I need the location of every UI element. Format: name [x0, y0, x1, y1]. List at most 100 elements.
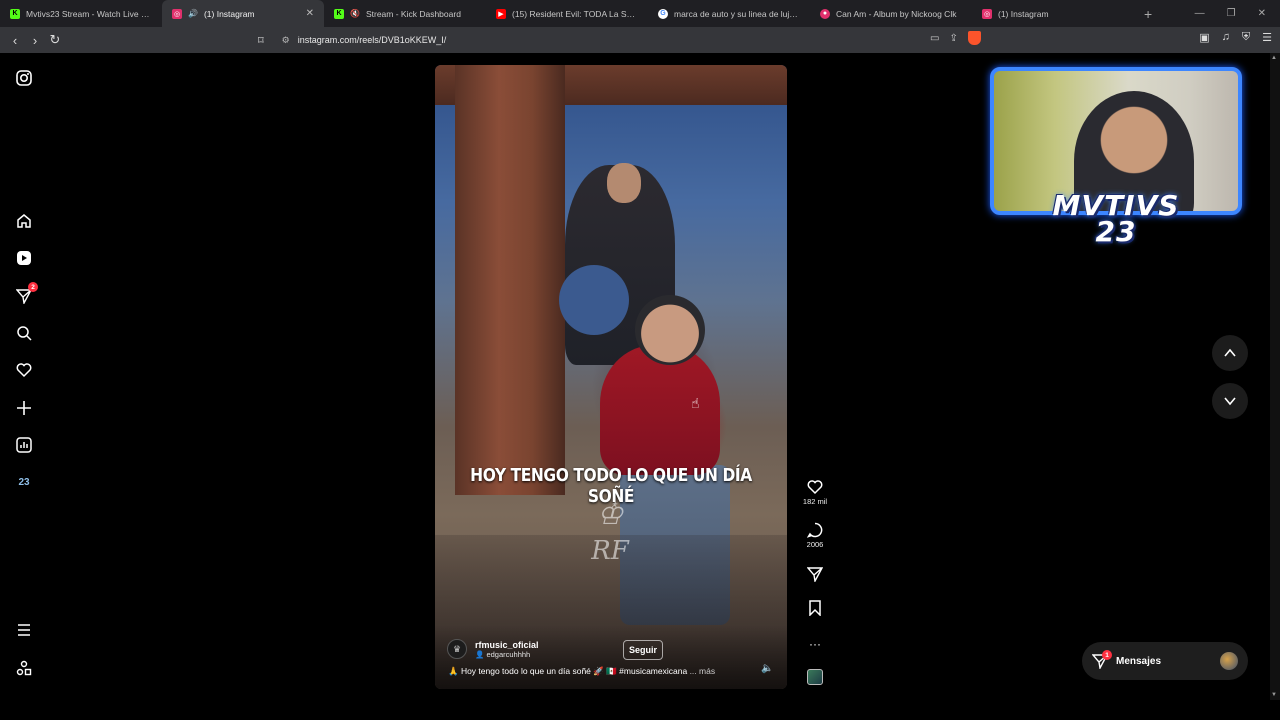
video-scene	[600, 345, 720, 475]
logo-line2: 23	[1095, 215, 1137, 248]
chevron-down-icon	[1224, 397, 1236, 406]
close-tab-icon[interactable]: ✕	[306, 8, 314, 19]
also-from-meta-icon[interactable]	[14, 658, 34, 678]
browser-tab[interactable]: ▶ (15) Resident Evil: TODA La Saga en	[486, 0, 648, 27]
menu-icon[interactable]: ☰	[1262, 31, 1272, 44]
google-icon: G	[658, 8, 668, 19]
profile-label: 23	[18, 476, 30, 488]
video-scene	[635, 295, 705, 365]
author-avatar[interactable]: ♛	[447, 639, 467, 659]
kick-icon: K	[10, 8, 20, 19]
watermark-text: RF	[591, 536, 629, 566]
instagram-icon: ◎	[172, 8, 182, 19]
reels-icon[interactable]	[14, 248, 34, 268]
youtube-icon: ▶	[496, 8, 506, 19]
tab-title: (1) Instagram	[998, 8, 1049, 19]
follow-button[interactable]: Seguir	[623, 640, 664, 660]
browser-tab[interactable]: K Mvtivs23 Stream - Watch Live on Kick	[0, 0, 162, 27]
home-icon[interactable]	[14, 211, 34, 231]
dashboard-icon[interactable]	[14, 435, 34, 455]
bookmark-icon	[809, 600, 821, 616]
browser-tab-bar: K Mvtivs23 Stream - Watch Live on Kick ◎…	[0, 0, 1280, 27]
create-plus-icon[interactable]	[14, 398, 34, 418]
brave-shield-icon[interactable]	[967, 31, 981, 45]
collab-username[interactable]: edgarcuhhhh	[486, 650, 530, 659]
more-link[interactable]: ... más	[690, 666, 716, 676]
tab-title: marca de auto y su linea de lujo - Bu	[674, 8, 800, 19]
save-button[interactable]	[800, 600, 830, 616]
restore-icon[interactable]: ❐	[1227, 8, 1236, 19]
back-icon[interactable]: ‹	[5, 30, 25, 50]
new-tab-button[interactable]: +	[1134, 6, 1162, 22]
bookmark-icon[interactable]: ⌑	[258, 34, 264, 47]
share-button[interactable]	[800, 566, 830, 582]
messages-badge: 1	[1102, 650, 1112, 660]
scroll-up-icon[interactable]: ▲	[1271, 55, 1277, 61]
muted-icon[interactable]: 🔇	[350, 9, 360, 18]
previous-reel-button[interactable]	[1212, 335, 1248, 371]
messages-label: Mensajes	[1116, 655, 1162, 667]
more-menu-icon[interactable]	[14, 620, 34, 640]
volume-icon[interactable]: 🔈	[761, 663, 773, 674]
site-info-icon[interactable]: ⚙	[282, 35, 290, 46]
kick-icon: K	[334, 8, 344, 19]
notifications-heart-icon[interactable]	[14, 360, 34, 380]
comment-count: 2006	[806, 540, 824, 549]
share-icon[interactable]: ⇪	[949, 33, 957, 44]
instagram-sidebar: 2 23	[0, 53, 48, 700]
tab-title: (15) Resident Evil: TODA La Saga en	[512, 8, 638, 19]
tab-title: Can Am - Album by Nickoog Clk	[836, 8, 957, 19]
minimize-icon[interactable]: —	[1195, 8, 1205, 19]
close-window-icon[interactable]: ✕	[1258, 8, 1266, 19]
streamer-logo: MVTIVS 23	[988, 192, 1244, 248]
browser-tab[interactable]: G marca de auto y su linea de lujo - Bu	[648, 0, 810, 27]
streamer-webcam-overlay: MVTIVS 23	[988, 65, 1244, 255]
reload-icon[interactable]: ↻	[45, 30, 65, 50]
browser-tab[interactable]: K 🔇 Stream - Kick Dashboard	[324, 0, 486, 27]
reel-author[interactable]: ♛ rfmusic_oficial 👤 edgarcuhhhh	[447, 639, 539, 659]
comment-icon	[807, 522, 823, 538]
address-bar[interactable]: ⌑ ⚙ instagram.com/reels/DVB1oKKEW_I/	[258, 30, 998, 50]
bottom-bar	[0, 700, 1280, 720]
reel-description[interactable]: 🙏 Hoy tengo todo lo que un día soñé 🚀 🇲🇽…	[448, 666, 715, 677]
video-scene	[607, 163, 641, 203]
instagram-logo-icon[interactable]	[14, 68, 34, 88]
cast-icon[interactable]: ▭	[930, 33, 939, 44]
profile-avatar[interactable]: 23	[14, 472, 34, 492]
browser-tab[interactable]: ● Can Am - Album by Nickoog Clk	[810, 0, 972, 27]
music-icon: ●	[820, 8, 830, 19]
chevron-up-icon	[1224, 348, 1236, 357]
more-options-button[interactable]: ···	[800, 637, 830, 651]
audio-thumbnail	[807, 669, 823, 685]
video-scene	[559, 265, 629, 335]
collab-user-icon: 👤	[475, 649, 487, 659]
browser-tab[interactable]: ◎ (1) Instagram	[972, 0, 1134, 27]
speaker-icon[interactable]: 🔊	[188, 9, 198, 18]
sidebar-panel-icon[interactable]: ▣	[1199, 31, 1209, 44]
ellipsis-icon: ···	[809, 637, 821, 651]
author-username[interactable]: rfmusic_oficial	[475, 640, 539, 650]
url-text[interactable]: instagram.com/reels/DVB1oKKEW_I/	[298, 35, 447, 45]
search-icon[interactable]	[14, 323, 34, 343]
scroll-down-icon[interactable]: ▼	[1271, 692, 1277, 698]
page-scrollbar[interactable]: ▲ ▼	[1270, 53, 1280, 700]
heart-icon	[807, 480, 823, 495]
next-reel-button[interactable]	[1212, 383, 1248, 419]
messages-button[interactable]: 1 Mensajes	[1082, 642, 1248, 680]
comment-button[interactable]: 2006	[800, 522, 830, 549]
direct-messages-icon[interactable]: 2	[14, 282, 38, 306]
media-icon[interactable]: ♫	[1222, 31, 1230, 44]
window-controls: — ❐ ✕	[1195, 0, 1280, 27]
like-count: 182 mil	[802, 497, 828, 506]
description-text: 🙏 Hoy tengo todo lo que un día soñé 🚀 🇲🇽…	[448, 666, 688, 676]
watermark-logo: ♔ RF	[591, 497, 629, 566]
original-audio-button[interactable]	[800, 669, 830, 685]
like-button[interactable]: 182 mil	[800, 479, 830, 506]
instagram-page: 2 23 HOY TENGO TODO LO QUE UN DÍA SOÑÉ ♔…	[0, 53, 1280, 700]
send-icon	[807, 567, 823, 582]
browser-tab-active[interactable]: ◎ 🔊 (1) Instagram ✕	[162, 0, 324, 27]
vpn-icon[interactable]: ⛨	[1242, 31, 1250, 44]
hand-cursor-icon: ☝	[691, 395, 700, 411]
forward-icon[interactable]: ›	[25, 30, 45, 50]
reel-video[interactable]: HOY TENGO TODO LO QUE UN DÍA SOÑÉ ♔ RF ☝ …	[435, 65, 787, 689]
